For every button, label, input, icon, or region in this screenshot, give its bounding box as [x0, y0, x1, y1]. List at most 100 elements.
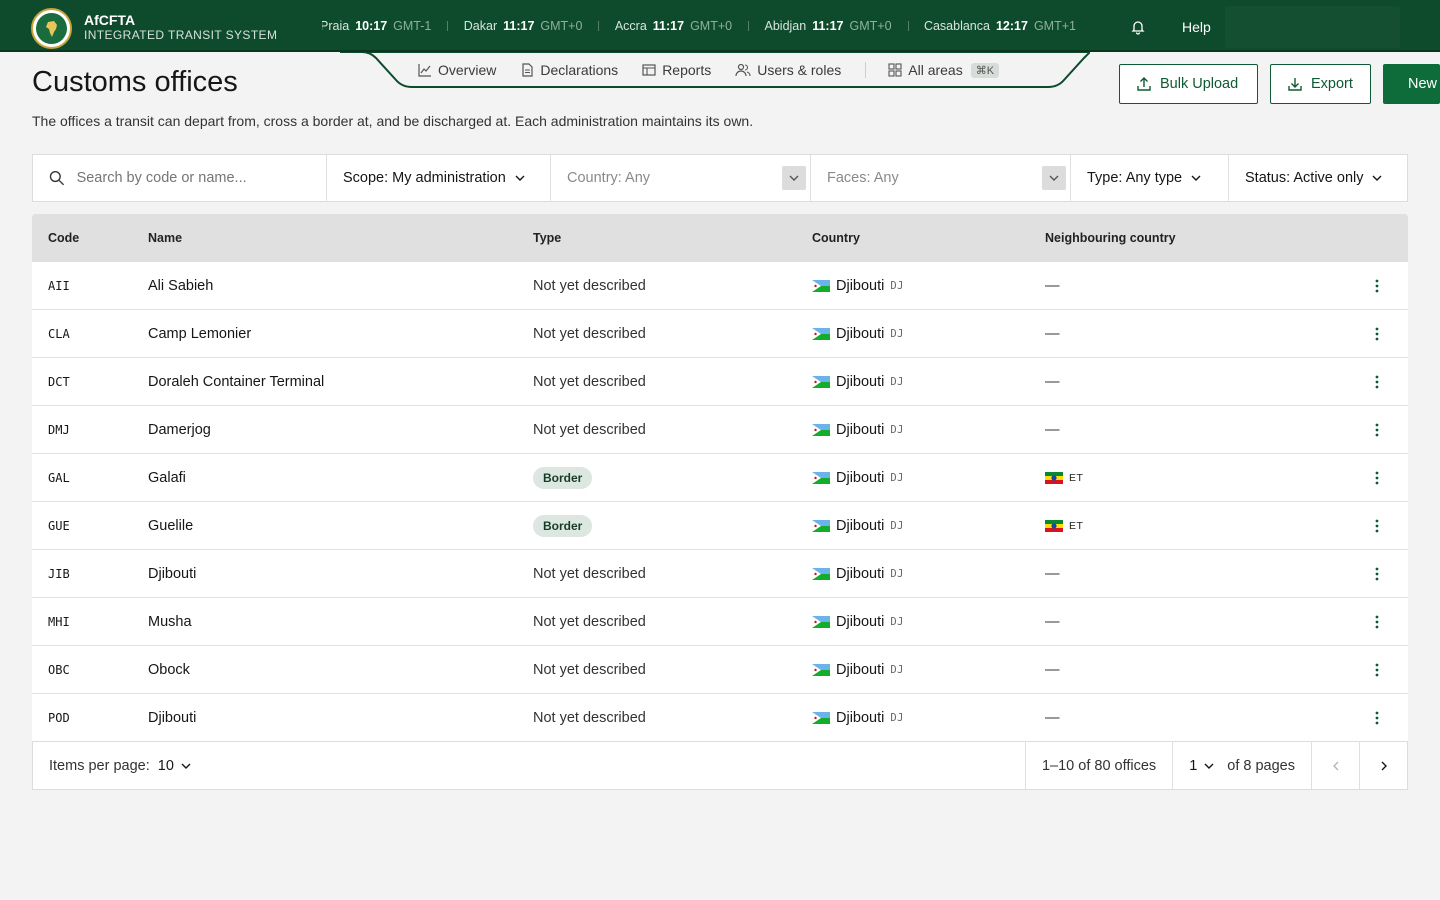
country-name: Djibouti	[836, 709, 885, 726]
faces-toggle[interactable]	[1042, 166, 1066, 190]
table-row[interactable]: JIB Djibouti Not yet described Djibouti DJ —	[32, 550, 1408, 598]
table-row[interactable]: DCT Doraleh Container Terminal Not yet des…	[32, 358, 1408, 406]
column-name[interactable]: Name	[148, 231, 533, 245]
country-name: Djibouti	[836, 277, 885, 294]
office-name: Damerjog	[148, 421, 211, 438]
country-toggle[interactable]	[782, 166, 806, 190]
top-bar: AfCFTA INTEGRATED TRANSIT SYSTEM Praia 10…	[0, 0, 1440, 52]
type-text: Not yet described	[533, 565, 646, 582]
nav-users[interactable]: Users & roles	[735, 62, 841, 78]
office-country: Djibouti DJ	[812, 470, 1045, 486]
office-type: Not yet described	[533, 566, 812, 582]
row-menu[interactable]	[1345, 279, 1408, 293]
help-link[interactable]: Help	[1182, 19, 1211, 35]
flag-djibouti-icon	[812, 423, 830, 436]
previous-page-button[interactable]	[1311, 742, 1359, 789]
office-name: Obock	[148, 661, 190, 678]
office-country: Djibouti DJ	[812, 374, 1045, 390]
neighbour-empty: —	[1045, 421, 1060, 438]
office-type: Not yet described	[533, 662, 812, 678]
column-neighbour[interactable]: Neighbouring country	[1045, 231, 1345, 245]
office-code: GAL	[48, 470, 70, 485]
bell-icon[interactable]	[1130, 19, 1146, 35]
office-neighbour: —	[1045, 278, 1345, 294]
flag-djibouti-icon	[812, 375, 830, 388]
table-row[interactable]: GAL Galafi Border Djibouti DJ ET	[32, 454, 1408, 502]
row-menu[interactable]	[1345, 423, 1408, 437]
country-iso: DJ	[890, 471, 905, 484]
bulk-upload-button[interactable]: Bulk Upload	[1119, 64, 1258, 104]
afcfta-logo[interactable]	[31, 8, 72, 49]
table-row[interactable]: DMJ Damerjog Not yet described Djibouti DJ —	[32, 406, 1408, 454]
main-nav: Overview Declarations Reports Users & ro…	[340, 52, 1090, 88]
table-header: Code Name Type Country Neighbouring coun…	[32, 214, 1408, 262]
type-text: Not yet described	[533, 373, 646, 390]
country-name: Djibouti	[836, 517, 885, 534]
neighbour-empty: —	[1045, 709, 1060, 726]
column-country[interactable]: Country	[812, 231, 1045, 245]
country-iso: DJ	[890, 567, 905, 580]
table-row[interactable]: CLA Camp Lemonier Not yet described Djibout…	[32, 310, 1408, 358]
office-name: Galafi	[148, 469, 186, 486]
overflow-menu-icon	[1375, 423, 1378, 436]
row-menu[interactable]	[1345, 711, 1408, 725]
scope-dropdown[interactable]: Scope: My administration	[327, 155, 551, 201]
office-code: OBC	[48, 662, 70, 677]
type-dropdown[interactable]: Type: Any type	[1071, 155, 1229, 201]
office-name: Camp Lemonier	[148, 325, 252, 342]
range-text: 1–10 of 80 offices	[1024, 742, 1172, 789]
country-iso: DJ	[890, 423, 905, 436]
items-per-page-select[interactable]: 10	[158, 758, 192, 774]
faces-combobox[interactable]: Faces: Any	[811, 155, 1071, 201]
overflow-menu-icon	[1375, 711, 1378, 724]
office-neighbour: —	[1045, 710, 1345, 726]
download-icon	[1288, 78, 1302, 91]
new-office-button[interactable]: New	[1383, 64, 1440, 104]
nav-overview[interactable]: Overview	[418, 62, 496, 78]
keyboard-shortcut: ⌘K	[970, 62, 1000, 78]
table-icon	[642, 64, 656, 76]
row-menu[interactable]	[1345, 471, 1408, 485]
export-button[interactable]: Export	[1270, 64, 1371, 104]
office-country: Djibouti DJ	[812, 422, 1045, 438]
overflow-menu-icon	[1375, 327, 1378, 340]
nav-declarations[interactable]: Declarations	[520, 62, 618, 78]
country-name: Djibouti	[836, 325, 885, 342]
table-row[interactable]: POD Djibouti Not yet described Djibouti DJ —	[32, 694, 1408, 742]
column-code[interactable]: Code	[32, 231, 148, 245]
row-menu[interactable]	[1345, 375, 1408, 389]
next-page-button[interactable]	[1359, 742, 1407, 789]
nav-all-areas[interactable]: All areas ⌘K	[888, 62, 1000, 78]
overflow-menu-icon	[1375, 471, 1378, 484]
status-dropdown[interactable]: Status: Active only	[1229, 155, 1407, 201]
grid-icon	[888, 63, 902, 77]
office-type: Not yet described	[533, 710, 812, 726]
type-tag: Border	[533, 466, 593, 489]
user-menu[interactable]	[1225, 6, 1400, 48]
table-row[interactable]: AII Ali Sabieh Not yet described Djibouti DJ…	[32, 262, 1408, 310]
table-row[interactable]: OBC Obock Not yet described Djibouti DJ —	[32, 646, 1408, 694]
office-neighbour: —	[1045, 326, 1345, 342]
country-combobox[interactable]: Country: Any	[551, 155, 811, 201]
clock-casablanca: Casablanca 12:17 GMT+1	[923, 19, 1076, 33]
table-row[interactable]: GUE Guelile Border Djibouti DJ ET	[32, 502, 1408, 550]
filter-bar: Scope: My administration Country: Any Fa…	[32, 154, 1408, 202]
row-menu[interactable]	[1345, 519, 1408, 533]
office-name: Doraleh Container Terminal	[148, 373, 325, 390]
office-code: DMJ	[48, 422, 70, 437]
page-select[interactable]: 1	[1189, 758, 1215, 774]
search-input[interactable]	[76, 170, 310, 186]
row-menu[interactable]	[1345, 327, 1408, 341]
country-name: Djibouti	[836, 565, 885, 582]
table-row[interactable]: MHI Musha Not yet described Djibouti DJ —	[32, 598, 1408, 646]
row-menu[interactable]	[1345, 663, 1408, 677]
column-type[interactable]: Type	[533, 231, 812, 245]
page-select-cell: 1 of 8 pages	[1172, 742, 1311, 789]
office-name: Guelile	[148, 517, 194, 534]
type-text: Not yet described	[533, 277, 646, 294]
flag-ethiopia-icon	[1045, 471, 1063, 484]
search-field[interactable]	[33, 155, 327, 201]
nav-reports[interactable]: Reports	[642, 62, 711, 78]
row-menu[interactable]	[1345, 615, 1408, 629]
row-menu[interactable]	[1345, 567, 1408, 581]
